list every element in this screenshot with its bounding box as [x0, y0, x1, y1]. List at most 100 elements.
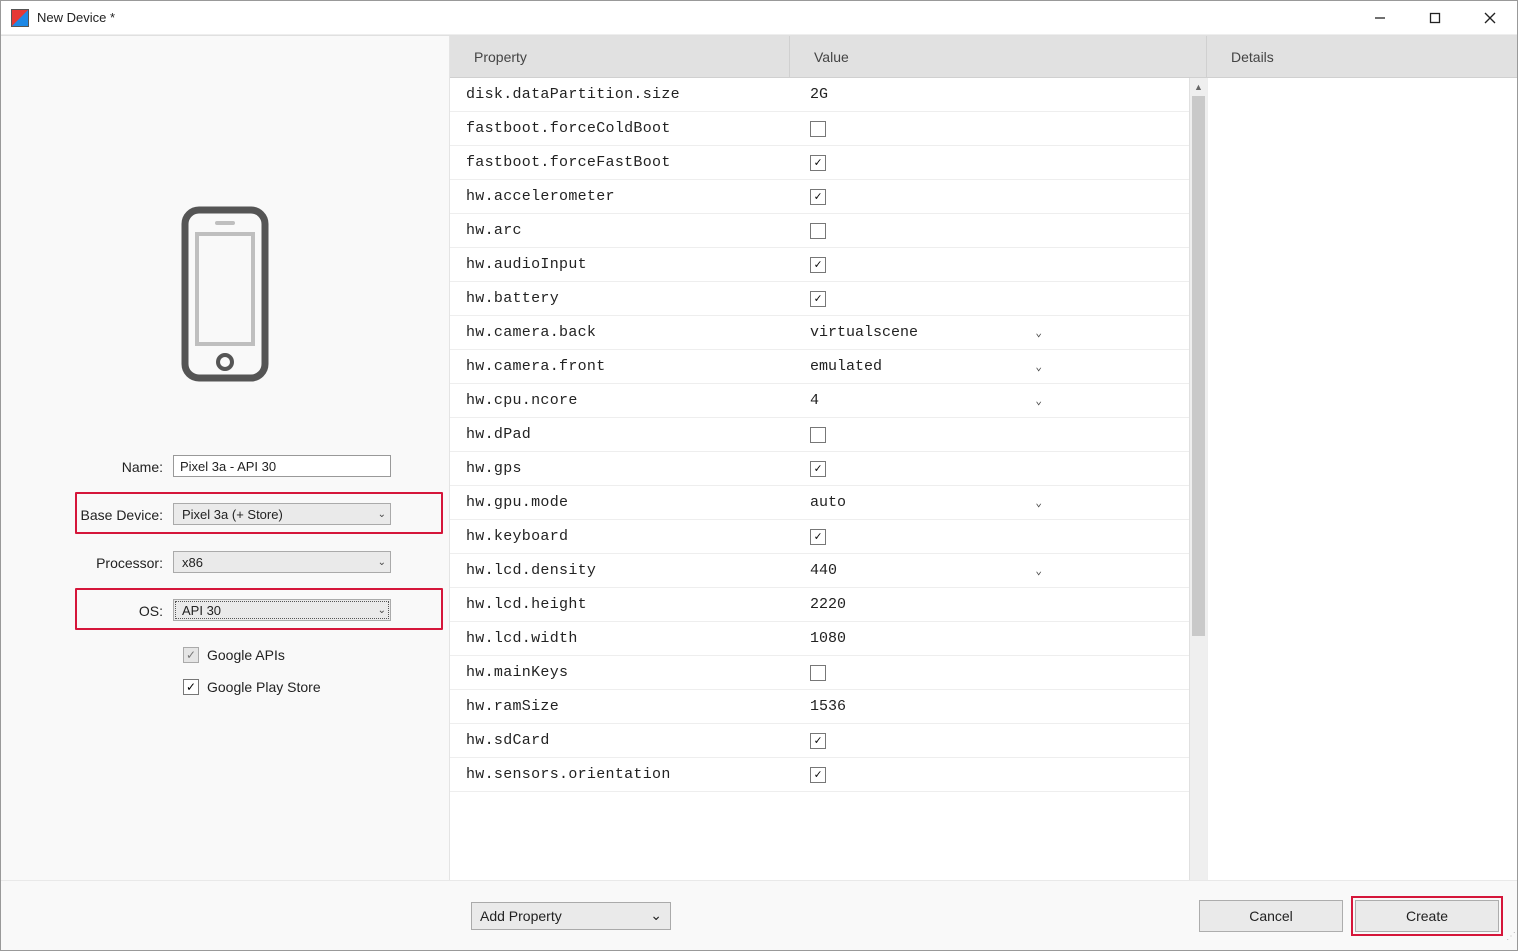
value-cell[interactable] — [790, 427, 1189, 443]
value-cell[interactable] — [790, 291, 1189, 307]
table-row[interactable]: hw.audioInput — [450, 248, 1189, 282]
table-row[interactable]: hw.gpu.modeauto⌄ — [450, 486, 1189, 520]
cancel-button[interactable]: Cancel — [1199, 900, 1343, 932]
value-cell[interactable] — [790, 121, 1189, 137]
value-checkbox[interactable] — [810, 767, 826, 783]
name-input[interactable] — [173, 455, 391, 477]
value-cell[interactable]: auto⌄ — [790, 491, 1189, 515]
processor-dropdown[interactable]: x86 ⌄ — [173, 551, 391, 573]
name-row: Name: — [45, 452, 405, 482]
processor-value: x86 — [182, 555, 203, 570]
minimize-button[interactable] — [1352, 1, 1407, 35]
value-checkbox[interactable] — [810, 223, 826, 239]
table-row[interactable]: hw.arc — [450, 214, 1189, 248]
property-cell: hw.sensors.orientation — [450, 766, 790, 783]
value-cell[interactable]: virtualscene⌄ — [790, 321, 1189, 345]
value-checkbox[interactable] — [810, 257, 826, 273]
base-device-dropdown[interactable]: Pixel 3a (+ Store) ⌄ — [173, 503, 391, 525]
value-text: 2G — [810, 86, 828, 103]
value-dropdown[interactable]: 440⌄ — [810, 559, 1042, 583]
google-apis-label: Google APIs — [207, 647, 285, 663]
value-checkbox[interactable] — [810, 291, 826, 307]
google-apis-checkbox — [183, 647, 199, 663]
value-checkbox[interactable] — [810, 529, 826, 545]
table-row[interactable]: hw.ramSize1536 — [450, 690, 1189, 724]
value-dropdown[interactable]: auto⌄ — [810, 491, 1042, 515]
vertical-scrollbar[interactable]: ▲ — [1189, 78, 1207, 880]
scroll-up-icon[interactable]: ▲ — [1190, 78, 1207, 96]
value-cell[interactable]: 1536 — [790, 698, 1189, 715]
value-checkbox[interactable] — [810, 461, 826, 477]
details-column — [1207, 78, 1517, 880]
value-cell[interactable]: 2220 — [790, 596, 1189, 613]
resize-grip-icon[interactable]: ⋰ — [1502, 935, 1516, 949]
table-row[interactable]: hw.lcd.density 440⌄ — [450, 554, 1189, 588]
property-cell: hw.camera.front — [450, 358, 790, 375]
property-cell: hw.lcd.density — [450, 562, 790, 579]
app-icon — [11, 9, 29, 27]
window-title: New Device * — [37, 10, 115, 25]
table-row[interactable]: hw.sdCard — [450, 724, 1189, 758]
value-cell[interactable] — [790, 529, 1189, 545]
value-cell[interactable] — [790, 189, 1189, 205]
table-row[interactable]: hw.mainKeys — [450, 656, 1189, 690]
value-checkbox[interactable] — [810, 665, 826, 681]
value-cell[interactable] — [790, 155, 1189, 171]
create-button[interactable]: Create — [1355, 900, 1499, 932]
scroll-thumb[interactable] — [1192, 96, 1205, 636]
table-header: Property Value Details — [450, 36, 1517, 78]
close-button[interactable] — [1462, 1, 1517, 35]
value-dropdown[interactable]: virtualscene⌄ — [810, 321, 1042, 345]
column-header-property[interactable]: Property — [450, 36, 790, 77]
property-cell: hw.gps — [450, 460, 790, 477]
value-cell[interactable]: 2G — [790, 86, 1189, 103]
value-cell[interactable] — [790, 461, 1189, 477]
column-header-value[interactable]: Value — [790, 36, 1207, 77]
column-header-details[interactable]: Details — [1207, 36, 1517, 77]
property-panel: Property Value Details disk.dataPartitio… — [449, 36, 1517, 880]
table-row[interactable]: hw.lcd.width1080 — [450, 622, 1189, 656]
value-cell[interactable]: 4⌄ — [790, 389, 1189, 413]
value-dropdown[interactable]: 4⌄ — [810, 389, 1042, 413]
add-property-dropdown[interactable]: Add Property ⌄ — [471, 902, 671, 930]
value-checkbox[interactable] — [810, 733, 826, 749]
table-row[interactable]: hw.cpu.ncore4⌄ — [450, 384, 1189, 418]
value-checkbox[interactable] — [810, 121, 826, 137]
play-store-checkbox[interactable] — [183, 679, 199, 695]
chevron-down-icon: ⌄ — [1035, 564, 1042, 578]
value-cell[interactable] — [790, 733, 1189, 749]
value-checkbox[interactable] — [810, 155, 826, 171]
value-cell[interactable]: 440⌄ — [790, 559, 1189, 583]
table-row[interactable]: hw.sensors.orientation — [450, 758, 1189, 792]
table-row[interactable]: hw.lcd.height2220 — [450, 588, 1189, 622]
table-row[interactable]: hw.battery — [450, 282, 1189, 316]
table-row[interactable]: hw.keyboard — [450, 520, 1189, 554]
table-row[interactable]: hw.accelerometer — [450, 180, 1189, 214]
value-dropdown[interactable]: emulated⌄ — [810, 355, 1042, 379]
property-cell: hw.arc — [450, 222, 790, 239]
chevron-down-icon: ⌄ — [1035, 326, 1042, 340]
play-store-label: Google Play Store — [207, 679, 321, 695]
table-row[interactable]: hw.camera.backvirtualscene⌄ — [450, 316, 1189, 350]
property-cell: hw.dPad — [450, 426, 790, 443]
table-row[interactable]: fastboot.forceColdBoot — [450, 112, 1189, 146]
table-row[interactable]: hw.gps — [450, 452, 1189, 486]
value-cell[interactable]: 1080 — [790, 630, 1189, 647]
value-checkbox[interactable] — [810, 427, 826, 443]
property-cell: hw.audioInput — [450, 256, 790, 273]
value-checkbox[interactable] — [810, 189, 826, 205]
table-row[interactable]: hw.dPad — [450, 418, 1189, 452]
table-row[interactable]: hw.camera.front emulated⌄ — [450, 350, 1189, 384]
os-dropdown[interactable]: API 30 ⌄ — [173, 599, 391, 621]
play-store-row: Google Play Store — [183, 676, 405, 698]
maximize-button[interactable] — [1407, 1, 1462, 35]
value-cell[interactable] — [790, 223, 1189, 239]
table-row[interactable]: disk.dataPartition.size2G — [450, 78, 1189, 112]
value-cell[interactable] — [790, 665, 1189, 681]
value-cell[interactable] — [790, 767, 1189, 783]
titlebar: New Device * — [1, 1, 1517, 35]
value-cell[interactable]: emulated⌄ — [790, 355, 1189, 379]
chevron-down-icon: ⌄ — [378, 509, 386, 520]
value-cell[interactable] — [790, 257, 1189, 273]
table-row[interactable]: fastboot.forceFastBoot — [450, 146, 1189, 180]
